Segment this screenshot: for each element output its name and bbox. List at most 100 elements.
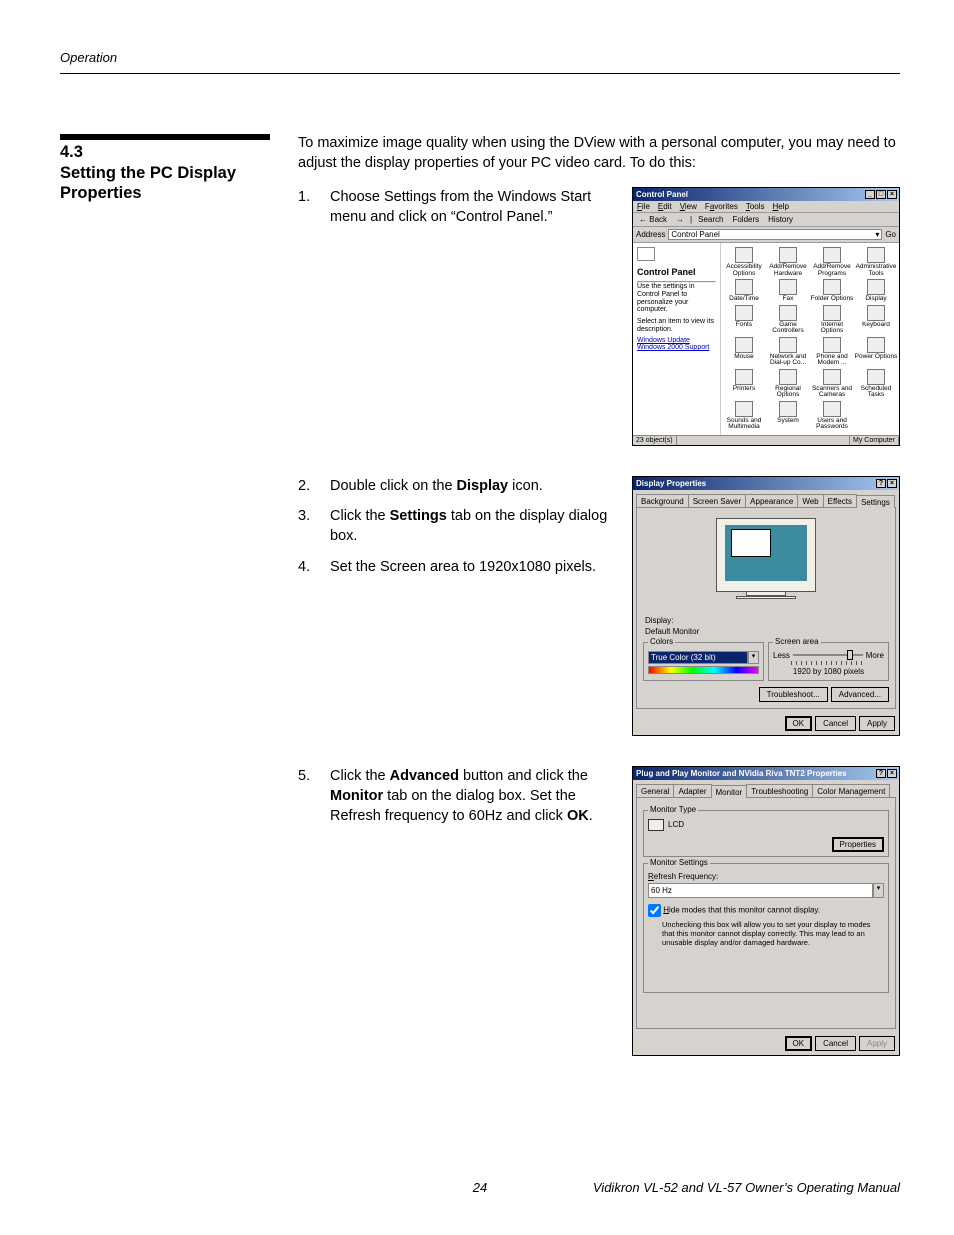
applet-label: Add/Remove Hardware [766, 264, 810, 277]
tab-web[interactable]: Web [797, 494, 823, 507]
cp-icon-item[interactable]: Sounds and Multimedia [722, 401, 766, 431]
tab-screensaver[interactable]: Screen Saver [688, 494, 746, 507]
tab-troubleshooting[interactable]: Troubleshooting [746, 784, 813, 797]
applet-label: Regional Options [766, 386, 810, 399]
minimize-button[interactable]: _ [865, 190, 875, 199]
cp-icon-item[interactable]: Scanners and Cameras [810, 369, 854, 399]
window-titlebar[interactable]: Display Properties ? × [633, 477, 899, 490]
cp-icon-item[interactable]: Display [854, 279, 898, 303]
colors-value: True Color (32 bit) [648, 651, 748, 664]
tab-appearance[interactable]: Appearance [745, 494, 798, 507]
monitor-type-legend: Monitor Type [648, 805, 698, 814]
step-text: Double click on the Display icon. [330, 476, 612, 496]
cp-icon-item[interactable]: Users and Passwords [810, 401, 854, 431]
monitor-settings-legend: Monitor Settings [648, 858, 710, 867]
applet-icon [779, 337, 797, 353]
close-button[interactable]: × [887, 479, 897, 488]
resolution-slider[interactable] [793, 654, 863, 656]
apply-button[interactable]: Apply [859, 1036, 895, 1051]
go-button[interactable]: Go [885, 230, 896, 239]
cancel-button[interactable]: Cancel [815, 1036, 856, 1051]
chevron-down-icon[interactable]: ▾ [873, 883, 884, 898]
properties-button[interactable]: Properties [832, 837, 884, 852]
tab-color-management[interactable]: Color Management [812, 784, 890, 797]
help-button[interactable]: ? [876, 479, 886, 488]
troubleshoot-button[interactable]: Troubleshoot... [759, 687, 828, 702]
fwd-button[interactable]: → [673, 214, 687, 225]
cp-icon-item[interactable]: Accessibility Options [722, 247, 766, 277]
applet-icon [823, 279, 841, 295]
running-header: Operation [60, 50, 900, 65]
cp-icon-item[interactable]: Folder Options [810, 279, 854, 303]
cp-icon-item[interactable]: Printers [722, 369, 766, 399]
cp-icon-item[interactable]: Power Options [854, 337, 898, 367]
apply-button[interactable]: Apply [859, 716, 895, 731]
applet-icon [779, 369, 797, 385]
cp-icon-item[interactable]: Keyboard [854, 305, 898, 335]
applet-icon [867, 247, 885, 263]
refresh-label: Refresh Frequency: [648, 872, 884, 881]
back-button[interactable]: ← Back [636, 214, 670, 225]
refresh-combo[interactable]: 60 Hz ▾ [648, 883, 884, 898]
cp-icon-item[interactable]: Scheduled Tasks [854, 369, 898, 399]
tab-settings[interactable]: Settings [856, 495, 895, 508]
tab-general[interactable]: General [636, 784, 674, 797]
cp-icon-item[interactable]: Mouse [722, 337, 766, 367]
link-windows-update[interactable]: Windows Update [637, 337, 716, 344]
history-button[interactable]: History [765, 214, 796, 225]
colors-combo[interactable]: True Color (32 bit) ▾ [648, 651, 759, 664]
cp-icon-item[interactable] [854, 401, 898, 431]
help-button[interactable]: ? [876, 769, 886, 778]
cp-icon-item[interactable]: Regional Options [766, 369, 810, 399]
close-button[interactable]: × [887, 190, 897, 199]
cp-icon-item[interactable]: Date/Time [722, 279, 766, 303]
menu-bar: File Edit View Favorites Tools Help [633, 201, 899, 213]
tab-adapter[interactable]: Adapter [673, 784, 711, 797]
address-combo[interactable]: Control Panel▾ [668, 229, 882, 240]
step-text: Click the Settings tab on the display di… [330, 506, 612, 547]
tab-background[interactable]: Background [636, 494, 689, 507]
applet-label: Users and Passwords [810, 418, 854, 431]
menu-tools[interactable]: Tools [746, 202, 765, 211]
applet-icon [735, 247, 753, 263]
cp-icon-item[interactable]: Fax [766, 279, 810, 303]
cp-icon-item[interactable]: Administrative Tools [854, 247, 898, 277]
window-titlebar[interactable]: Plug and Play Monitor and NVidia Riva TN… [633, 767, 899, 780]
menu-file[interactable]: File [637, 202, 650, 211]
advanced-button[interactable]: Advanced... [831, 687, 889, 702]
ok-button[interactable]: OK [785, 716, 813, 731]
tab-monitor[interactable]: Monitor [711, 785, 748, 798]
menu-view[interactable]: View [680, 202, 697, 211]
menu-help[interactable]: Help [773, 202, 789, 211]
applet-icon [867, 337, 885, 353]
group-screen-area: Screen area Less More 1920 by 1080 pixel… [768, 642, 889, 681]
cp-icon-item[interactable]: Phone and Modem ... [810, 337, 854, 367]
applet-label: Game Controllers [766, 322, 810, 335]
window-titlebar[interactable]: Control Panel _ □ × [633, 188, 899, 201]
applet-label: Sounds and Multimedia [722, 418, 766, 431]
cp-icon-item[interactable]: Fonts [722, 305, 766, 335]
ok-button[interactable]: OK [785, 1036, 813, 1051]
cp-icon-item[interactable]: Add/Remove Programs [810, 247, 854, 277]
close-button[interactable]: × [887, 769, 897, 778]
cp-icon-item[interactable]: Network and Dial-up Co... [766, 337, 810, 367]
cp-icon-item[interactable]: System [766, 401, 810, 431]
cp-icon-item[interactable]: Game Controllers [766, 305, 810, 335]
link-win2k-support[interactable]: Windows 2000 Support [637, 344, 716, 351]
cp-icon-item[interactable]: Add/Remove Hardware [766, 247, 810, 277]
figure-control-panel: Control Panel _ □ × File Edit View Favor [632, 187, 900, 446]
search-button[interactable]: Search [695, 214, 726, 225]
applet-label: Date/Time [722, 296, 766, 303]
hide-modes-input[interactable] [648, 904, 661, 917]
cp-icon-item[interactable]: Internet Options [810, 305, 854, 335]
cancel-button[interactable]: Cancel [815, 716, 856, 731]
step-text: Click the Advanced button and click the … [330, 766, 612, 827]
hide-modes-checkbox[interactable]: Hide modes that this monitor cannot disp… [648, 904, 884, 917]
section-title-text: Setting the PC Display Properties [60, 164, 236, 203]
menu-edit[interactable]: Edit [658, 202, 672, 211]
folders-button[interactable]: Folders [729, 214, 762, 225]
tab-effects[interactable]: Effects [823, 494, 857, 507]
maximize-button[interactable]: □ [876, 190, 886, 199]
menu-favorites[interactable]: Favorites [705, 202, 738, 211]
chevron-down-icon[interactable]: ▾ [748, 651, 759, 664]
